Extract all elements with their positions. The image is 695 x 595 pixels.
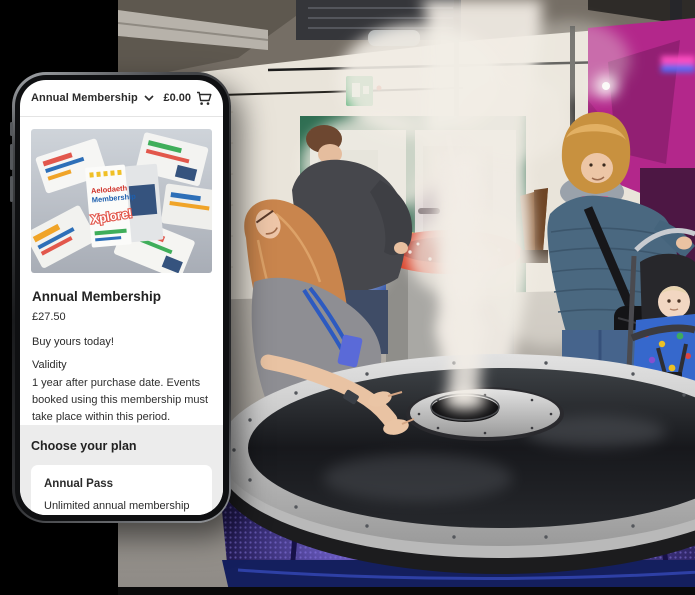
plan-section: Choose your plan Annual Pass Unlimited a… xyxy=(20,425,223,515)
volume-up-button xyxy=(10,144,13,170)
plan-section-heading: Choose your plan xyxy=(31,439,212,453)
phone-screen: Annual Membership £0.00 xyxy=(20,80,223,515)
product-selector-dropdown[interactable]: Annual Membership xyxy=(31,92,154,104)
cart-button[interactable]: £0.00 xyxy=(163,91,212,106)
volume-down-button xyxy=(10,176,13,202)
phone-mockup: Annual Membership £0.00 xyxy=(12,72,231,523)
plan-description: Unlimited annual membership xyxy=(44,500,199,512)
product-title: Annual Membership xyxy=(32,289,211,304)
chevron-down-icon xyxy=(144,95,154,101)
validity-body: 1 year after purchase date. Events booke… xyxy=(32,375,211,426)
validity-heading: Validity xyxy=(32,359,211,371)
product-tagline: Buy yours today! xyxy=(32,336,211,348)
mute-switch xyxy=(10,122,13,136)
hero-section: Annual Membership £0.00 xyxy=(0,0,695,595)
featured-card: Aelodaeth Membership Xplore! xyxy=(85,162,164,248)
plan-name: Annual Pass xyxy=(44,478,199,490)
plan-option-annual-pass[interactable]: Annual Pass Unlimited annual membership xyxy=(31,465,212,515)
app-header: Annual Membership £0.00 xyxy=(20,80,223,117)
shopping-cart-icon xyxy=(196,91,212,106)
cart-total: £0.00 xyxy=(163,92,191,104)
product-image[interactable]: Aelodaeth Membership Xplore! xyxy=(31,129,212,273)
product-price: £27.50 xyxy=(32,311,211,323)
neon-sign xyxy=(661,56,695,72)
product-details: Annual Membership £27.50 Buy yours today… xyxy=(20,289,223,426)
product-selector-label: Annual Membership xyxy=(31,92,138,104)
membership-cards-illustration: Aelodaeth Membership Xplore! xyxy=(31,129,212,273)
photo-bottom-edge xyxy=(118,587,695,595)
